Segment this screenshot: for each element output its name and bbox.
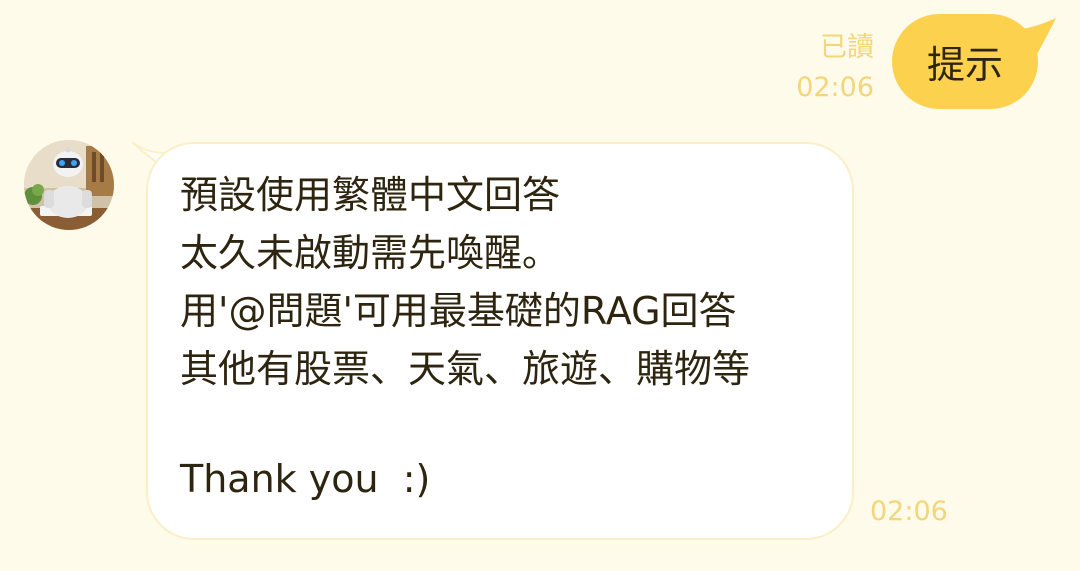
incoming-message-text: 預設使用繁體中文回答 太久未啟動需先喚醒。 用'@問題'可用最基礎的RAG回答 …: [180, 166, 750, 508]
message-line: 預設使用繁體中文回答: [180, 173, 561, 217]
message-line: 用'@問題'可用最基礎的RAG回答: [180, 289, 737, 333]
outgoing-message-meta: 已讀 02:06: [796, 28, 874, 108]
message-closing: Thank you :): [180, 457, 431, 501]
message-line: 其他有股票、天氣、旅遊、購物等: [180, 347, 751, 391]
bot-avatar[interactable]: [24, 140, 114, 230]
incoming-message-bubble[interactable]: 預設使用繁體中文回答 太久未啟動需先喚醒。 用'@問題'可用最基礎的RAG回答 …: [146, 142, 854, 540]
read-receipt: 已讀: [820, 32, 874, 63]
incoming-timestamp: 02:06: [870, 496, 948, 527]
outgoing-message-text: 提示: [926, 43, 1003, 87]
outgoing-timestamp: 02:06: [796, 72, 874, 103]
outgoing-message-bubble[interactable]: 提示: [892, 14, 1038, 109]
robot-icon: [24, 140, 114, 230]
message-line: 太久未啟動需先喚醒。: [180, 231, 561, 275]
